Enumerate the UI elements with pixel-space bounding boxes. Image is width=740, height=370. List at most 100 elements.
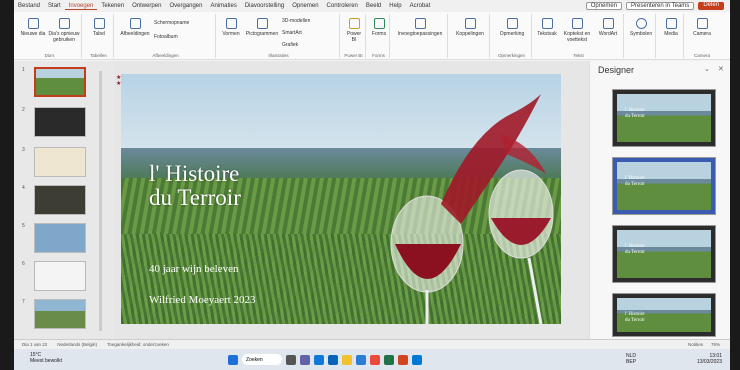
new-slide-label: Nieuwe dia [20,31,46,37]
symbols-button[interactable]: Symbolen [628,18,654,37]
icons-button[interactable]: Pictogrammen [244,18,280,37]
word-icon[interactable] [356,354,366,365]
wine-glasses-image [390,94,554,324]
store-icon[interactable] [412,354,422,365]
current-slide[interactable]: l' Histoire du Terroir 40 jaar wijn bele… [121,74,561,324]
thumb-number: 7 [22,299,25,305]
tab-help[interactable]: Help [385,3,405,9]
tab-tekenen[interactable]: Tekenen [97,3,128,9]
tab-beeld[interactable]: Beeld [362,3,385,9]
tab-ontwerpen[interactable]: Ontwerpen [128,3,165,9]
slide-thumbnail-7[interactable] [34,299,86,329]
file-explorer-icon[interactable] [342,354,352,365]
camera-button[interactable]: Camera [690,18,714,37]
design-idea-2[interactable]: l' Histoire du Terroir [612,157,716,215]
slide-author[interactable]: Wilfried Moeyaert 2023 [149,294,255,306]
links-button[interactable]: Koppelingen [452,18,488,37]
new-slide-button[interactable]: Nieuwe dia [20,18,46,37]
tab-controleren[interactable]: Controleren [323,3,362,9]
zoom-level[interactable]: 76% [711,342,720,347]
tab-invoegen[interactable]: Invoegen [64,3,98,10]
chart-button[interactable]: Grafiek [282,42,338,48]
chrome-icon[interactable] [370,354,380,365]
language-status[interactable]: Nederlands (België) [57,342,97,347]
design-idea-1[interactable]: l' Histoire du Terroir [612,89,716,147]
powerbi-button[interactable]: Power BI [344,18,364,43]
photo-album-button[interactable]: Fotoalbum [154,34,212,40]
accessibility-status[interactable]: Toegankelijkheid: onderzoeken [107,342,169,347]
slide-thumbnail-1[interactable] [34,67,86,97]
tab-opnemen[interactable]: Opnemen [288,3,322,9]
share-button[interactable]: Delen [698,2,724,10]
camera-icon [696,18,708,29]
present-teams-button[interactable]: Presenteren in Teams [626,2,695,10]
symbols-label: Symbolen [629,31,653,37]
powerpoint-icon[interactable] [398,354,408,365]
group-illustraties: Vormen Pictogrammen 3D-modellen SmartArt… [218,14,340,58]
smartart-label: SmartArt [282,30,302,36]
addins-icon [414,18,426,29]
reuse-slides-button[interactable]: Dia's opnieuw gebruiken [48,18,80,43]
teams-icon[interactable] [300,354,310,365]
forms-button[interactable]: Forms [370,18,388,37]
media-button[interactable]: Media [660,18,682,37]
design-idea-4[interactable]: l' Histoire du Terroir [612,293,716,337]
wordart-icon [602,18,614,29]
slide-thumbnail-2[interactable] [34,107,86,137]
taskbar-apps: Zoeken [228,354,422,365]
table-button[interactable]: Tabel [90,18,108,37]
tab-animaties[interactable]: Animaties [206,3,240,9]
excel-icon[interactable] [384,354,394,365]
weather-widget[interactable]: 15°C Meest bewolkt [30,352,62,364]
addins-button[interactable]: Invoegtoepassingen [394,18,446,37]
powerbi-label: Power BI [346,31,362,43]
design-idea-text-line-2: du Terroir [625,318,645,323]
slide-thumbnails-pane: 1 2 3 4 5 6 7 [14,61,114,339]
wordart-button[interactable]: WordArt [596,18,620,37]
icons-label: Pictogrammen [245,31,279,37]
slide-subtitle[interactable]: 40 jaar wijn beleven [149,263,239,275]
edge-icon[interactable] [314,354,324,365]
pictures-icon [129,18,141,29]
tab-acrobat[interactable]: Acrobat [406,3,435,9]
slide-thumbnail-6[interactable] [34,261,86,291]
slide-title[interactable]: l' Histoire du Terroir [149,162,241,210]
group-label-opmerkingen: Opmerkingen [497,53,525,58]
group-label-tabellen: Tabellen [90,53,107,58]
header-footer-button[interactable]: Koptekst en voettekst [560,18,594,43]
slide-canvas: ★ ★ l' Histoire du Terroir 40 jaar wijn b… [114,61,600,339]
slide-thumbnail-3[interactable] [34,147,86,177]
tab-bestand[interactable]: Bestand [14,3,44,9]
record-button[interactable]: Opnemen [585,2,623,10]
input-language[interactable]: NLD BEP [626,353,636,365]
windows-start-icon[interactable] [228,354,238,365]
3d-models-button[interactable]: 3D-modellen [282,18,338,24]
design-idea-3[interactable]: l' Histoire du Terroir [612,225,716,283]
group-label-dias: Dia's [44,53,55,58]
notes-button[interactable]: Notities [688,342,703,347]
system-clock[interactable]: 13:01 13/03/2023 [697,353,722,365]
tab-overgangen[interactable]: Overgangen [165,3,206,9]
tab-start[interactable]: Start [44,3,65,9]
screenshot-button[interactable]: Schermopname [154,20,212,26]
task-view-icon[interactable] [286,354,296,365]
design-idea-text-line-2: du Terroir [625,114,645,119]
chevron-down-icon[interactable]: ⌄ [704,65,710,73]
thumbnails-scrollbar[interactable] [99,71,102,331]
textbox-button[interactable]: Tekstvak [536,18,558,37]
outlook-icon[interactable] [328,354,338,365]
shapes-button[interactable]: Vormen [220,18,242,37]
taskbar-search[interactable]: Zoeken [242,354,282,365]
slide-thumbnail-4[interactable] [34,185,86,215]
slide-title-line-1: l' Histoire [149,161,240,186]
slide-count: Dia 1 van 22 [22,342,48,347]
pictures-button[interactable]: Afbeeldingen [118,18,152,37]
slide-thumbnail-5[interactable] [34,223,86,253]
tab-diavoorstelling[interactable]: Diavoorstelling [241,3,288,9]
close-icon[interactable]: ✕ [718,65,724,73]
comment-button[interactable]: Opmerking [494,18,530,37]
chart-label: Grafiek [282,42,299,48]
ribbon: Nieuwe dia Dia's opnieuw gebruiken Dia's… [14,12,730,60]
designer-pane: Designer ⌄ ✕ l' Histoire du Terroir l' Hi… [589,61,730,339]
smartart-button[interactable]: SmartArt [282,30,338,36]
